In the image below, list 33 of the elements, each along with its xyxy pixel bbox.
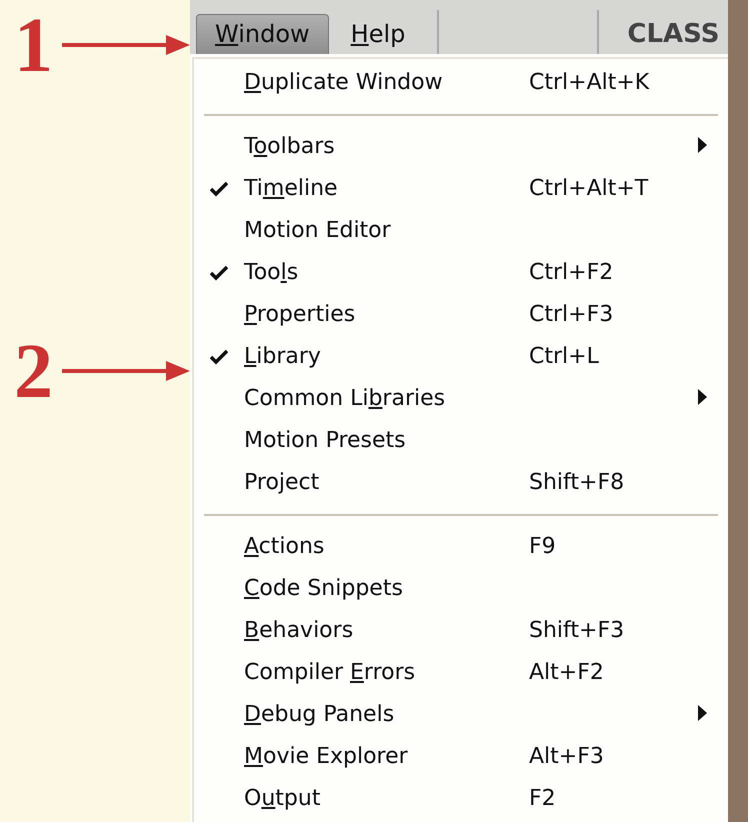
menu-item[interactable]: Behaviors	[244, 618, 354, 644]
menu-bar-item[interactable]: Window	[196, 14, 329, 54]
shortcut-label: Ctrl+Alt+K	[529, 70, 650, 96]
menu-item[interactable]: Timeline	[244, 176, 338, 202]
menu-item[interactable]: Movie Explorer	[244, 744, 408, 770]
menu-item[interactable]: Duplicate Window	[244, 70, 443, 96]
panel-title: CLASS	[627, 18, 720, 49]
menu-item[interactable]: Actions	[244, 534, 324, 560]
menu-item[interactable]: Compiler Errors	[244, 660, 416, 686]
menu-bar-item[interactable]: Help	[332, 14, 424, 54]
shortcut-label: Ctrl+F3	[529, 302, 614, 328]
shortcut-label: Shift+F3	[529, 618, 624, 644]
shortcut-label: Shift+F8	[529, 470, 624, 496]
menu-item[interactable]: Debug Panels	[244, 702, 394, 728]
menu-item[interactable]: Code Snippets	[244, 576, 403, 602]
menu-item[interactable]: Tools	[244, 260, 298, 286]
menu-item[interactable]: Output	[244, 786, 320, 812]
shortcut-label: Alt+F3	[529, 744, 604, 770]
shortcut-label: Ctrl+F2	[529, 260, 614, 286]
shortcut-label: Ctrl+Alt+T	[529, 176, 648, 202]
shortcut-label: Ctrl+L	[529, 344, 599, 370]
callout-number: 1	[14, 6, 54, 84]
shortcut-label: F2	[529, 786, 556, 812]
menu-item[interactable]: Project	[244, 470, 320, 496]
menu-item[interactable]: Common Libraries	[244, 386, 446, 412]
callout-number: 2	[14, 332, 54, 410]
menu-item[interactable]: Motion Presets	[244, 428, 406, 454]
shortcut-label: F9	[529, 534, 556, 560]
menu-item[interactable]: Library	[244, 344, 321, 370]
menu-item[interactable]: Motion Editor	[244, 218, 391, 244]
menu-item[interactable]: Toolbars	[244, 134, 335, 160]
menu-item[interactable]: Properties	[244, 302, 356, 328]
shortcut-label: Alt+F2	[529, 660, 604, 686]
